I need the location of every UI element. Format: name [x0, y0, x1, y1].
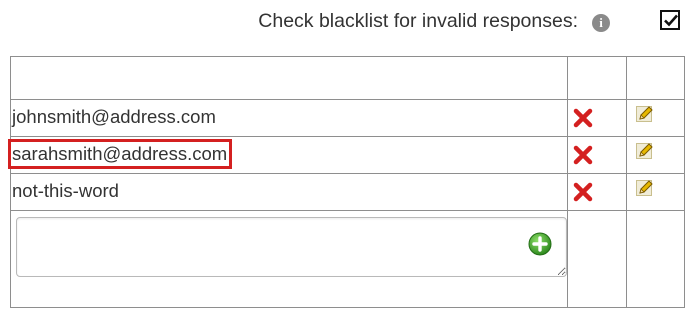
- delete-icon[interactable]: [573, 108, 593, 128]
- edit-cell: [625, 99, 685, 137]
- edit-cell: [625, 173, 685, 211]
- delete-cell: [567, 136, 627, 174]
- edit-icon[interactable]: [635, 106, 653, 122]
- delete-cell: [567, 173, 627, 211]
- delete-icon[interactable]: [573, 182, 593, 202]
- entry-text-highlighted[interactable]: sarahsmith@address.com: [7, 139, 233, 169]
- add-cell: [567, 210, 627, 308]
- delete-cell: [567, 99, 627, 137]
- new-entry-input[interactable]: [16, 217, 567, 277]
- add-icon[interactable]: [528, 232, 552, 256]
- edit-icon[interactable]: [635, 143, 653, 159]
- blacklist-table: johnsmith@address.com sarahsmith@address…: [7, 56, 685, 308]
- blacklist-checkbox[interactable]: [660, 10, 680, 30]
- header-cell: [567, 56, 627, 100]
- header-cell: [10, 56, 568, 100]
- blacklist-setting-row: Check blacklist for invalid responses: i: [0, 0, 685, 44]
- new-entry-row: [10, 210, 685, 308]
- entry-cell: sarahsmith@address.com: [7, 136, 568, 174]
- table-row: not-this-word: [10, 173, 685, 211]
- entry-cell: johnsmith@address.com: [10, 99, 568, 137]
- new-entry-cell: [10, 210, 568, 308]
- entry-text[interactable]: not-this-word: [11, 179, 121, 203]
- delete-icon[interactable]: [573, 145, 593, 165]
- info-icon[interactable]: i: [592, 14, 610, 32]
- table-row: johnsmith@address.com: [10, 99, 685, 137]
- blacklist-label: Check blacklist for invalid responses:: [258, 10, 578, 32]
- table-header-row: [10, 56, 685, 100]
- entry-cell: not-this-word: [10, 173, 568, 211]
- blacklist-table-wrap: johnsmith@address.com sarahsmith@address…: [7, 56, 685, 308]
- table-row: sarahsmith@address.com: [7, 136, 685, 174]
- edit-cell: [625, 136, 685, 174]
- entry-text[interactable]: johnsmith@address.com: [11, 105, 218, 129]
- header-cell: [625, 56, 685, 100]
- checkmark-icon: [664, 14, 678, 27]
- edit-icon[interactable]: [635, 180, 653, 196]
- empty-cell: [625, 210, 685, 308]
